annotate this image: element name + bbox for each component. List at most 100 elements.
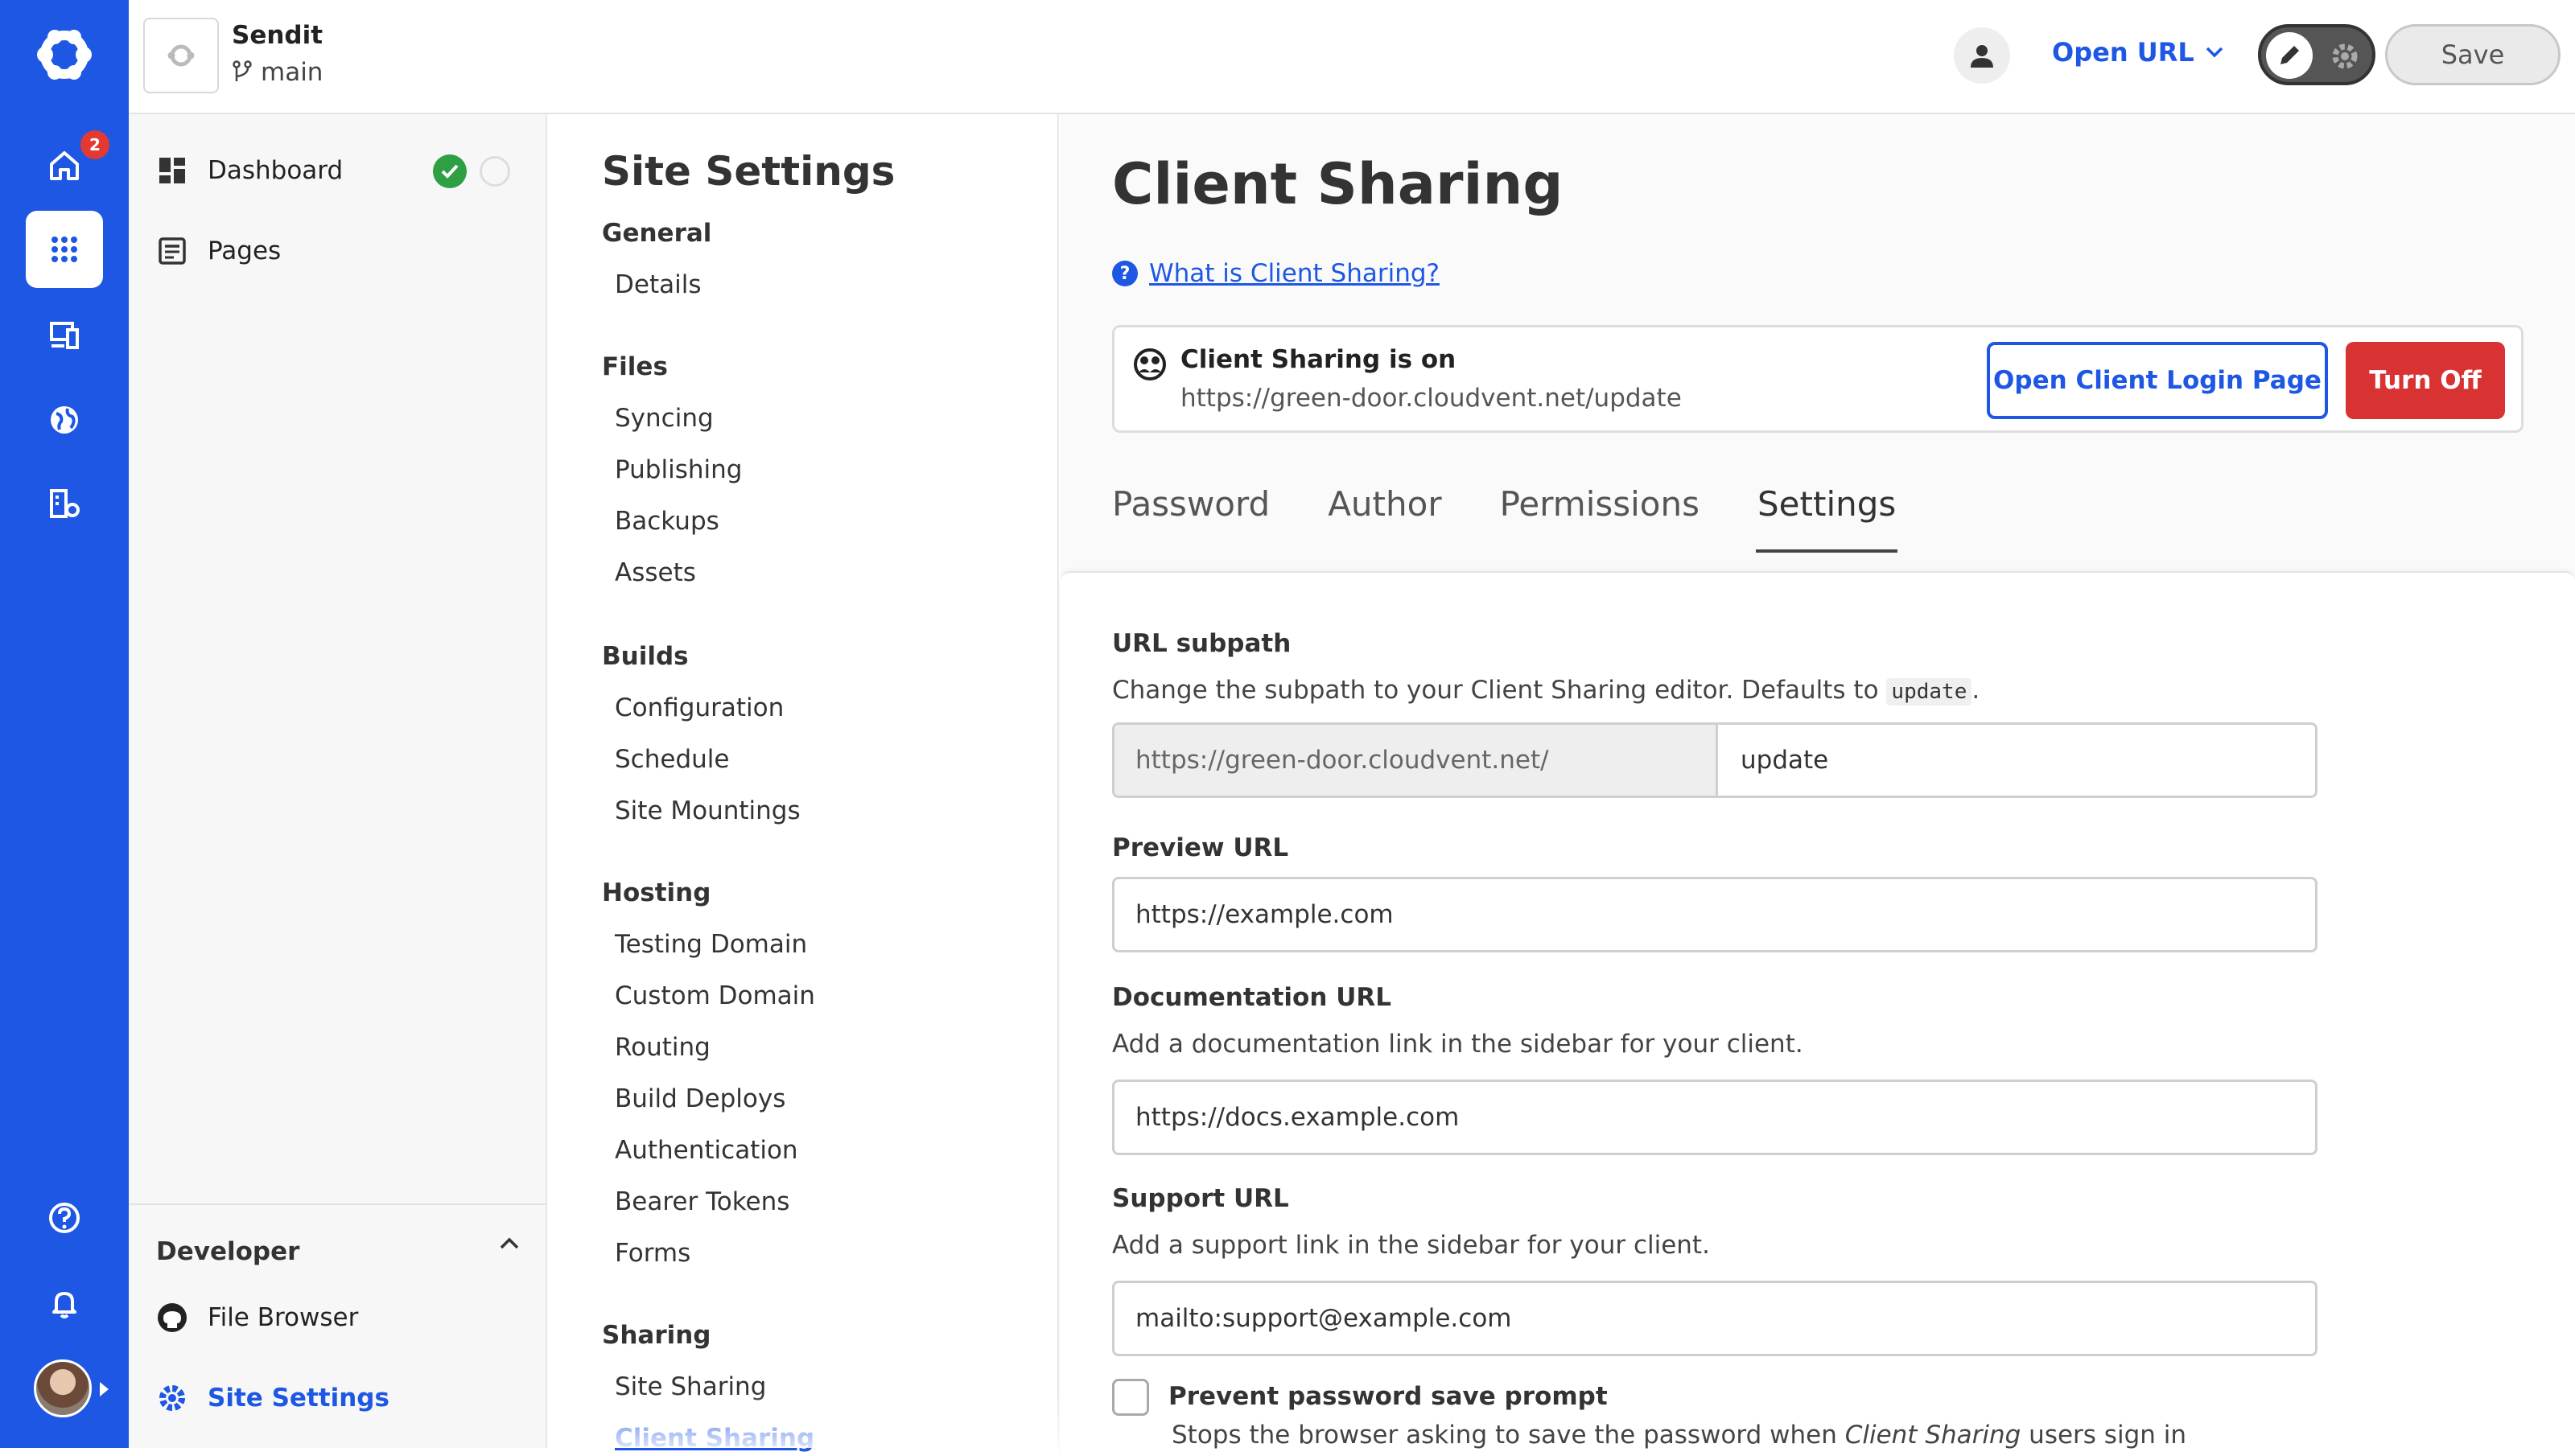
settings-navigation: Site Settings General Details Files Sync… [549, 114, 1059, 1453]
settings-link-site-mountings[interactable]: Site Mountings [615, 796, 801, 825]
settings-link-assets[interactable]: Assets [615, 558, 696, 587]
site-name: Sendit [232, 21, 323, 50]
edit-mode-toggle[interactable] [2258, 24, 2375, 85]
prevent-password-prompt-description: Stops the browser asking to save the pas… [1172, 1421, 2186, 1450]
bell-icon[interactable] [26, 1265, 103, 1342]
url-subpath-input[interactable]: update [1741, 725, 1828, 796]
open-url-dropdown[interactable]: Open URL [2052, 37, 2223, 68]
open-url-label: Open URL [2052, 37, 2194, 68]
prevent-password-prompt-checkbox[interactable] [1112, 1379, 1149, 1416]
nav-item-site-settings[interactable]: Site Settings [156, 1382, 389, 1414]
nav-item-file-browser[interactable]: File Browser [156, 1302, 358, 1334]
settings-link-schedule[interactable]: Schedule [615, 745, 729, 774]
support-url-description: Add a support link in the sidebar for yo… [1112, 1231, 1710, 1260]
user-account-button[interactable] [1954, 27, 2010, 84]
url-subpath-label: URL subpath [1112, 629, 1292, 658]
help-link[interactable]: ? What is Client Sharing? [1112, 259, 1440, 288]
settings-link-testing-domain[interactable]: Testing Domain [615, 930, 807, 959]
help-link-label: What is Client Sharing? [1149, 259, 1440, 288]
settings-link-publishing[interactable]: Publishing [615, 455, 742, 484]
tab-bar: Password Author Permissions Settings [1112, 484, 1898, 553]
url-prefix: https://green-door.cloudvent.net/ [1114, 725, 1718, 796]
settings-group-sharing: Sharing [602, 1321, 711, 1350]
tab-permissions[interactable]: Permissions [1500, 484, 1700, 553]
branch-indicator[interactable]: main [232, 58, 323, 87]
page-title: Client Sharing [1112, 151, 1564, 217]
branch-name: main [261, 58, 323, 87]
prevent-password-prompt-label[interactable]: Prevent password save prompt [1168, 1382, 1608, 1411]
documentation-url-description: Add a documentation link in the sidebar … [1112, 1030, 1803, 1059]
tab-settings[interactable]: Settings [1756, 484, 1898, 553]
documentation-url-label: Documentation URL [1112, 983, 1392, 1012]
devices-icon[interactable] [26, 296, 103, 373]
tab-author[interactable]: Author [1328, 484, 1441, 553]
settings-link-configuration[interactable]: Configuration [615, 693, 784, 722]
documentation-url-input[interactable]: https://docs.example.com [1112, 1080, 2318, 1155]
nav-item-label: Dashboard [208, 156, 344, 185]
apps-grid-icon[interactable] [26, 211, 103, 288]
scroll-fade [549, 1392, 1059, 1448]
gear-icon [2332, 43, 2358, 69]
globe-icon[interactable] [26, 381, 103, 459]
app-rail: 2 [0, 0, 129, 1448]
settings-group-builds: Builds [602, 642, 689, 671]
url-subpath-description: Change the subpath to your Client Sharin… [1112, 676, 1980, 705]
check-icon [433, 154, 467, 188]
nav-item-label: File Browser [208, 1303, 359, 1332]
settings-link-details[interactable]: Details [615, 270, 701, 299]
settings-panel: URL subpath Change the subpath to your C… [1061, 571, 2575, 1456]
organization-settings-icon[interactable] [26, 465, 103, 542]
settings-gear-icon [159, 1385, 185, 1411]
pencil-icon [2266, 32, 2313, 79]
chevron-up-icon [500, 1237, 519, 1249]
settings-title: Site Settings [602, 148, 896, 195]
save-button[interactable]: Save [2385, 24, 2561, 85]
settings-group-general: General [602, 219, 712, 248]
status-url: https://green-door.cloudvent.net/update [1180, 384, 1682, 413]
desc-emphasis: Client Sharing [1844, 1421, 2021, 1450]
desc-text: . [1971, 676, 1980, 705]
preview-url-label: Preview URL [1112, 833, 1289, 862]
main-content: Client Sharing ? What is Client Sharing?… [1061, 114, 2575, 1456]
url-subpath-field: https://green-door.cloudvent.net/ update [1112, 722, 2318, 798]
nav-item-pages[interactable]: Pages [156, 235, 281, 267]
settings-link-syncing[interactable]: Syncing [615, 404, 714, 433]
settings-link-routing[interactable]: Routing [615, 1033, 711, 1062]
user-avatar[interactable] [34, 1359, 92, 1417]
nav-item-label: Pages [208, 236, 282, 265]
client-sharing-status: Client Sharing is on https://green-door.… [1112, 325, 2524, 433]
pending-status-icon [480, 156, 510, 187]
support-url-label: Support URL [1112, 1184, 1289, 1213]
desc-text: Change the subpath to your Client Sharin… [1112, 676, 1887, 705]
site-navigation: Dashboard Pages Developer File Browser S… [129, 114, 547, 1448]
settings-link-bearer-tokens[interactable]: Bearer Tokens [615, 1187, 789, 1216]
support-url-input[interactable]: mailto:support@example.com [1112, 1281, 2318, 1356]
settings-link-backups[interactable]: Backups [615, 507, 719, 536]
settings-group-files: Files [602, 352, 668, 381]
caret-right-icon[interactable] [100, 1382, 109, 1396]
nav-item-label: Site Settings [208, 1384, 389, 1413]
notification-badge: 2 [80, 130, 109, 159]
pages-icon [159, 237, 186, 265]
status-title: Client Sharing is on [1180, 345, 1456, 374]
settings-link-build-deploys[interactable]: Build Deploys [615, 1084, 785, 1113]
site-thumbnail[interactable] [143, 18, 219, 93]
github-icon [158, 1303, 187, 1332]
open-client-login-button[interactable]: Open Client Login Page [1987, 342, 2328, 419]
cloudvent-logo-icon[interactable] [32, 27, 97, 82]
settings-link-custom-domain[interactable]: Custom Domain [615, 981, 815, 1010]
settings-link-forms[interactable]: Forms [615, 1239, 690, 1268]
dashboard-icon [159, 158, 185, 183]
user-icon [1971, 45, 1993, 68]
nav-item-dashboard[interactable]: Dashboard [156, 154, 343, 187]
desc-text: users sign in [2021, 1421, 2187, 1450]
tab-password[interactable]: Password [1112, 484, 1270, 553]
help-icon[interactable] [26, 1179, 103, 1257]
git-branch-icon [233, 60, 252, 81]
preview-url-input[interactable]: https://example.com [1112, 877, 2318, 952]
settings-group-hosting: Hosting [602, 878, 711, 907]
developer-section-toggle[interactable]: Developer [129, 1203, 547, 1266]
settings-link-authentication[interactable]: Authentication [615, 1136, 798, 1165]
chevron-down-icon [2206, 47, 2223, 58]
turn-off-button[interactable]: Turn Off [2346, 342, 2505, 419]
